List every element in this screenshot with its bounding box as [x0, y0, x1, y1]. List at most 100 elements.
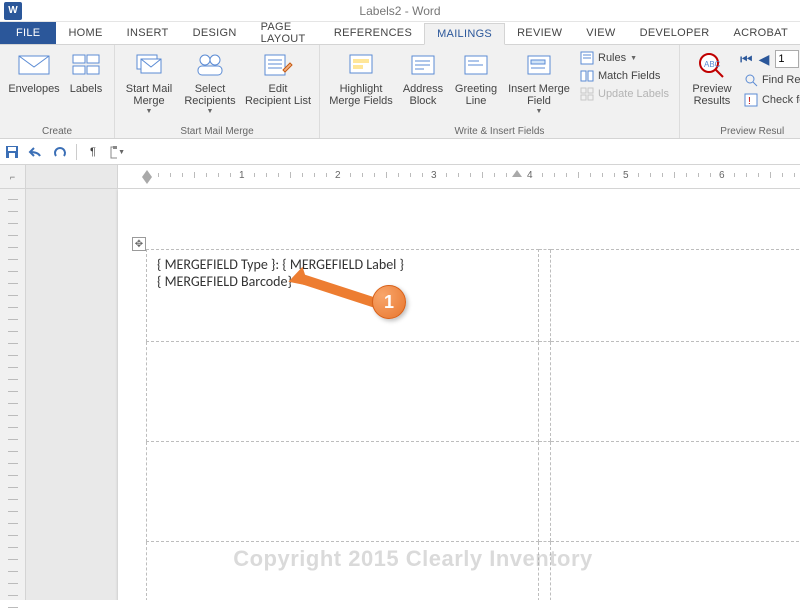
address-block-button[interactable]: Address Block — [398, 47, 448, 107]
horizontal-ruler[interactable]: 123456 — [118, 165, 800, 188]
ribbon-group-start-merge: Start Mail Merge ▼ Select Recipients ▼ E… — [115, 45, 320, 138]
find-recipient-button[interactable]: Find Recip — [740, 72, 800, 88]
ribbon-group-write-insert: Highlight Merge Fields Address Block Gre… — [320, 45, 680, 138]
table-cell[interactable] — [147, 442, 539, 542]
start-mail-merge-button[interactable]: Start Mail Merge ▼ — [121, 47, 177, 115]
tab-file[interactable]: FILE — [0, 22, 56, 44]
group-start-caption: Start Mail Merge — [121, 125, 313, 138]
table-cell[interactable] — [551, 442, 800, 542]
ribbon-group-create: Envelopes Labels Create — [0, 45, 115, 138]
highlight-icon — [345, 49, 377, 81]
address-label: Address Block — [403, 83, 443, 107]
merge-field-line: { MERGEFIELD Type }: { MERGEFIELD Label … — [157, 256, 528, 273]
mailmerge-icon — [133, 49, 165, 81]
update-label: Update Labels — [598, 88, 669, 100]
preview-icon: ABC — [696, 49, 728, 81]
rules-label: Rules — [598, 52, 626, 64]
tab-view[interactable]: VIEW — [574, 22, 627, 44]
tab-acrobat[interactable]: ACROBAT — [722, 22, 800, 44]
prev-record-button[interactable]: ◀ — [759, 51, 770, 68]
labels-icon — [70, 49, 102, 81]
table-cell[interactable] — [551, 342, 800, 442]
tab-insert[interactable]: INSERT — [115, 22, 181, 44]
rules-icon — [580, 51, 594, 65]
labels-button[interactable]: Labels — [64, 47, 108, 95]
table-gutter — [539, 342, 551, 442]
dropdown-caret-icon: ▼ — [207, 108, 214, 115]
document-canvas[interactable]: ✥ { MERGEFIELD Type }: { MERGEFIELD Labe… — [26, 189, 800, 600]
envelopes-label: Envelopes — [8, 83, 59, 95]
watermark-text: Copyright 2015 Clearly Inventory — [26, 546, 800, 572]
edit-recipient-label: Edit Recipient List — [245, 83, 311, 107]
tab-design[interactable]: DESIGN — [181, 22, 249, 44]
redo-button[interactable] — [52, 144, 68, 160]
table-cell[interactable] — [147, 342, 539, 442]
dropdown-caret-icon: ▼ — [146, 108, 153, 115]
highlight-label: Highlight Merge Fields — [329, 83, 393, 107]
page: ✥ { MERGEFIELD Type }: { MERGEFIELD Labe… — [118, 189, 800, 600]
ruler-margin-area — [26, 165, 118, 188]
quick-access-toolbar: ¶ ▼ — [0, 139, 800, 165]
select-recipients-label: Select Recipients — [184, 83, 235, 107]
dropdown-caret-icon: ▼ — [630, 55, 637, 62]
address-icon — [407, 49, 439, 81]
search-icon — [744, 73, 758, 87]
edit-list-icon — [262, 49, 294, 81]
ribbon-tabs: FILE HOME INSERT DESIGN PAGE LAYOUT REFE… — [0, 22, 800, 45]
match-fields-button[interactable]: Match Fields — [576, 68, 673, 84]
tab-review[interactable]: REVIEW — [505, 22, 574, 44]
table-gutter — [539, 250, 551, 342]
group-write-caption: Write & Insert Fields — [326, 125, 673, 138]
vertical-ruler[interactable] — [0, 189, 26, 600]
greeting-icon — [460, 49, 492, 81]
rules-button[interactable]: Rules ▼ — [576, 50, 673, 66]
tab-references[interactable]: REFERENCES — [322, 22, 424, 44]
first-record-button[interactable]: ⏮ — [740, 51, 753, 68]
save-button[interactable] — [4, 144, 20, 160]
labels-label: Labels — [70, 83, 102, 95]
table-gutter — [539, 442, 551, 542]
pilcrow-button[interactable]: ¶ — [85, 144, 101, 160]
check-icon: ! — [744, 93, 758, 107]
window-title: Labels2 - Word — [0, 4, 800, 18]
envelope-icon — [18, 49, 50, 81]
highlight-merge-fields-button[interactable]: Highlight Merge Fields — [326, 47, 396, 107]
select-recipients-button[interactable]: Select Recipients ▼ — [179, 47, 241, 115]
start-merge-label: Start Mail Merge — [126, 83, 172, 107]
group-preview-caption: Preview Resul — [686, 125, 800, 138]
table-move-handle[interactable]: ✥ — [132, 237, 146, 251]
preview-label: Preview Results — [692, 83, 731, 107]
tab-mailings[interactable]: MAILINGS — [424, 23, 505, 45]
envelopes-button[interactable]: Envelopes — [6, 47, 62, 95]
preview-results-button[interactable]: ABC Preview Results — [686, 47, 738, 107]
find-label: Find Recip — [762, 74, 800, 86]
title-bar: W Labels2 - Word — [0, 0, 800, 22]
check-errors-button[interactable]: ! Check for — [740, 92, 800, 108]
tab-home[interactable]: HOME — [56, 22, 114, 44]
ruler-corner[interactable]: ⌐ — [0, 165, 26, 188]
recipients-icon — [194, 49, 226, 81]
undo-button[interactable] — [28, 144, 44, 160]
record-number-input[interactable] — [775, 50, 799, 68]
ribbon: Envelopes Labels Create Start Mail Merge… — [0, 45, 800, 139]
document-area: ✥ { MERGEFIELD Type }: { MERGEFIELD Labe… — [0, 189, 800, 600]
paste-options-button[interactable]: ▼ — [109, 144, 125, 160]
check-label: Check for — [762, 94, 800, 106]
qat-separator — [76, 144, 77, 160]
merge-field-line: { MERGEFIELD Barcode} — [157, 273, 528, 290]
horizontal-ruler-strip: ⌐ 123456 — [0, 165, 800, 189]
tab-page-layout[interactable]: PAGE LAYOUT — [249, 22, 322, 44]
greeting-line-button[interactable]: Greeting Line — [450, 47, 502, 107]
tab-developer[interactable]: DEVELOPER — [628, 22, 722, 44]
insert-merge-field-button[interactable]: Insert Merge Field ▼ — [504, 47, 574, 115]
table-cell[interactable]: { MERGEFIELD Type }: { MERGEFIELD Label … — [147, 250, 539, 342]
greeting-label: Greeting Line — [455, 83, 497, 107]
update-labels-button: Update Labels — [576, 86, 673, 102]
dropdown-caret-icon: ▼ — [536, 108, 543, 115]
ribbon-group-preview: ABC Preview Results ⏮ ◀ Find Recip ! Che… — [680, 45, 800, 138]
insert-field-icon — [523, 49, 555, 81]
insert-field-label: Insert Merge Field — [508, 83, 570, 107]
table-cell[interactable] — [551, 250, 800, 342]
group-create-caption: Create — [6, 125, 108, 138]
edit-recipient-list-button[interactable]: Edit Recipient List — [243, 47, 313, 107]
